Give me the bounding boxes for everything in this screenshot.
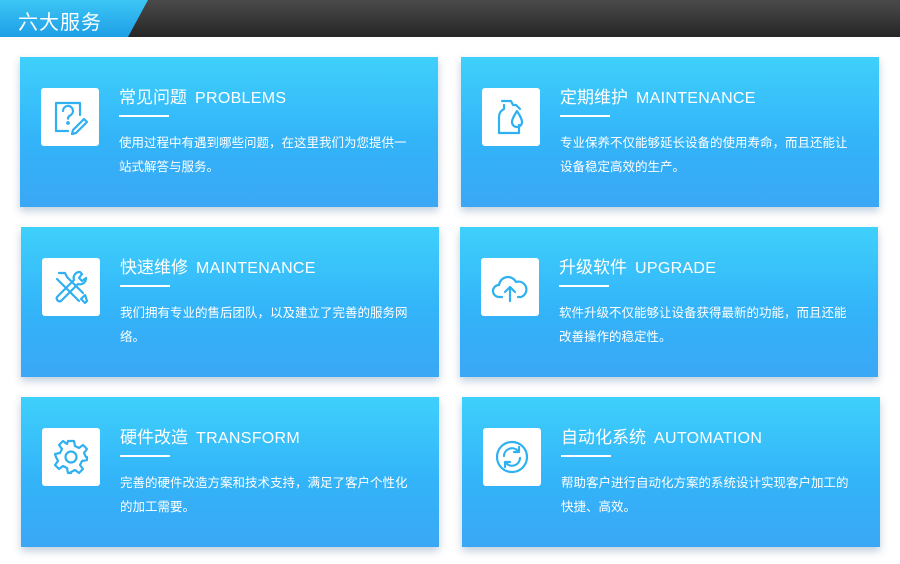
service-card-repair[interactable]: 快速维修 MAINTENANCE 我们拥有专业的售后团队，以及建立了完善的服务网络… [21,227,439,377]
section-header: 六大服务 [0,0,900,37]
service-card-automation[interactable]: 自动化系统 AUTOMATION 帮助客户进行自动化方案的系统设计实现客户加工的快… [462,397,880,547]
gear-icon [42,428,100,486]
card-description: 软件升级不仅能够让设备获得最新的功能，而且还能改善操作的稳定性。 [559,305,847,344]
title-underline [560,115,610,117]
card-title: 快速维修 MAINTENANCE [120,258,316,278]
card-description: 帮助客户进行自动化方案的系统设计实现客户加工的快捷、高效。 [561,475,849,514]
card-title: 升级软件 UPGRADE [559,258,717,278]
refresh-cycle-icon [483,428,541,486]
service-card-upgrade[interactable]: 升级软件 UPGRADE 软件升级不仅能够让设备获得最新的功能，而且还能改善操作的… [460,227,878,377]
card-title: 硬件改造 TRANSFORM [120,428,301,448]
title-underline [120,455,170,457]
card-title: 自动化系统 AUTOMATION [561,428,763,448]
title-underline [120,285,170,287]
title-underline [559,285,609,287]
card-description: 完善的硬件改造方案和技术支持，满足了客户个性化的加工需要。 [120,475,408,514]
card-description: 使用过程中有遇到哪些问题，在这里我们为您提供一站式解答与服务。 [119,135,407,174]
question-edit-icon [41,88,99,146]
title-underline [119,115,169,117]
section-title: 六大服务 [18,10,102,34]
service-card-transform[interactable]: 硬件改造 TRANSFORM 完善的硬件改造方案和技术支持，满足了客户个性化的加工… [21,397,439,547]
card-description: 专业保养不仅能够延长设备的使用寿命，而且还能让设备稳定高效的生产。 [560,135,848,174]
cloud-upload-icon [481,258,539,316]
card-description: 我们拥有专业的售后团队，以及建立了完善的服务网络。 [120,305,408,344]
header-tab: 六大服务 [0,0,148,37]
service-card-maintenance[interactable]: 定期维护 MAINTENANCE 专业保养不仅能够延长设备的使用寿命，而且还能让设… [461,57,879,207]
service-card-problems[interactable]: 常见问题 PROBLEMS 使用过程中有遇到哪些问题，在这里我们为您提供一站式解答… [20,57,438,207]
wrench-screwdriver-icon [42,258,100,316]
title-underline [561,455,611,457]
card-title: 定期维护 MAINTENANCE [560,88,756,108]
oil-bottle-icon [482,88,540,146]
card-title: 常见问题 PROBLEMS [119,88,287,108]
